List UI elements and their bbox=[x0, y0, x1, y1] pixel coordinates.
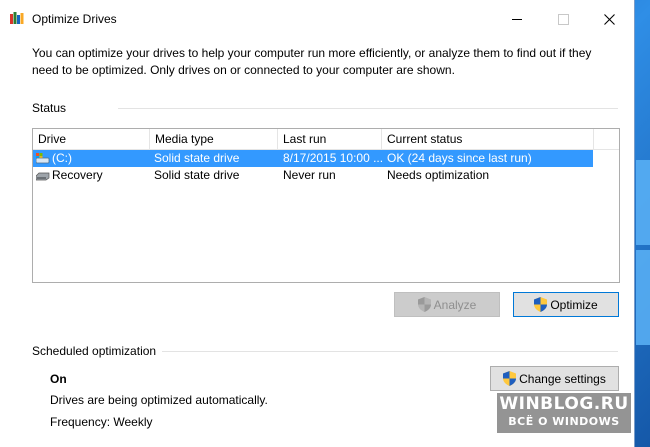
column-header-last-run[interactable]: Last run bbox=[278, 129, 382, 149]
drive-last-run: 8/17/2015 10:00 ... bbox=[283, 151, 383, 165]
change-settings-button-label: Change settings bbox=[519, 371, 606, 386]
analyze-button[interactable]: Analyze bbox=[394, 292, 500, 317]
watermark-title: WINBLOG.RU bbox=[499, 394, 629, 414]
drive-media-type: Solid state drive bbox=[154, 168, 240, 182]
drive-name: Recovery bbox=[52, 168, 103, 182]
uac-shield-icon bbox=[417, 297, 431, 312]
desktop-logo-pane bbox=[636, 160, 650, 245]
column-header-media-type[interactable]: Media type bbox=[150, 129, 278, 149]
title-bar[interactable]: Optimize Drives bbox=[0, 0, 634, 38]
drive-current-status: Needs optimization bbox=[387, 168, 490, 182]
minimize-icon bbox=[512, 18, 522, 20]
window-title: Optimize Drives bbox=[32, 12, 117, 26]
schedule-state: On bbox=[50, 372, 67, 386]
desktop-logo-pane bbox=[636, 250, 650, 345]
column-header-current-status[interactable]: Current status bbox=[382, 129, 594, 149]
site-watermark: WINBLOG.RU ВСЁ О WINDOWS bbox=[497, 393, 631, 433]
drive-list-header: Drive Media type Last run Current status bbox=[33, 129, 619, 150]
system-drive-icon bbox=[36, 153, 50, 164]
scheduled-section-label: Scheduled optimization bbox=[32, 344, 157, 358]
uac-shield-icon bbox=[503, 371, 517, 386]
watermark-subtitle: ВСЁ О WINDOWS bbox=[508, 415, 620, 428]
optimize-button[interactable]: Optimize bbox=[513, 292, 619, 317]
drive-list[interactable]: Drive Media type Last run Current status… bbox=[32, 128, 620, 283]
drive-row-c[interactable]: (C:) Solid state drive 8/17/2015 10:00 .… bbox=[33, 150, 593, 167]
maximize-button[interactable] bbox=[540, 0, 586, 38]
minimize-button[interactable] bbox=[494, 0, 540, 38]
scheduled-divider bbox=[162, 351, 618, 352]
optimize-button-label: Optimize bbox=[550, 297, 598, 312]
drive-name: (C:) bbox=[52, 151, 72, 165]
status-divider bbox=[118, 108, 618, 109]
uac-shield-icon bbox=[534, 297, 548, 312]
close-button[interactable] bbox=[586, 0, 632, 38]
drive-row-recovery[interactable]: Recovery Solid state drive Never run Nee… bbox=[33, 167, 593, 184]
drive-media-type: Solid state drive bbox=[154, 151, 240, 165]
drive-current-status: OK (24 days since last run) bbox=[387, 151, 532, 165]
drive-icon bbox=[36, 172, 50, 181]
maximize-icon bbox=[557, 13, 569, 25]
analyze-button-label: Analyze bbox=[433, 297, 477, 312]
schedule-frequency: Frequency: Weekly bbox=[50, 415, 153, 429]
change-settings-button[interactable]: Change settings bbox=[490, 366, 619, 391]
close-icon bbox=[603, 13, 615, 25]
drive-last-run: Never run bbox=[283, 168, 336, 182]
schedule-description: Drives are being optimized automatically… bbox=[50, 393, 268, 407]
intro-text: You can optimize your drives to help you… bbox=[32, 46, 592, 77]
status-section-label: Status bbox=[32, 101, 67, 115]
optimize-drives-app-icon bbox=[10, 12, 24, 24]
column-header-drive[interactable]: Drive bbox=[33, 129, 150, 149]
optimize-drives-window: Optimize Drives You can optimize your dr… bbox=[0, 0, 635, 447]
